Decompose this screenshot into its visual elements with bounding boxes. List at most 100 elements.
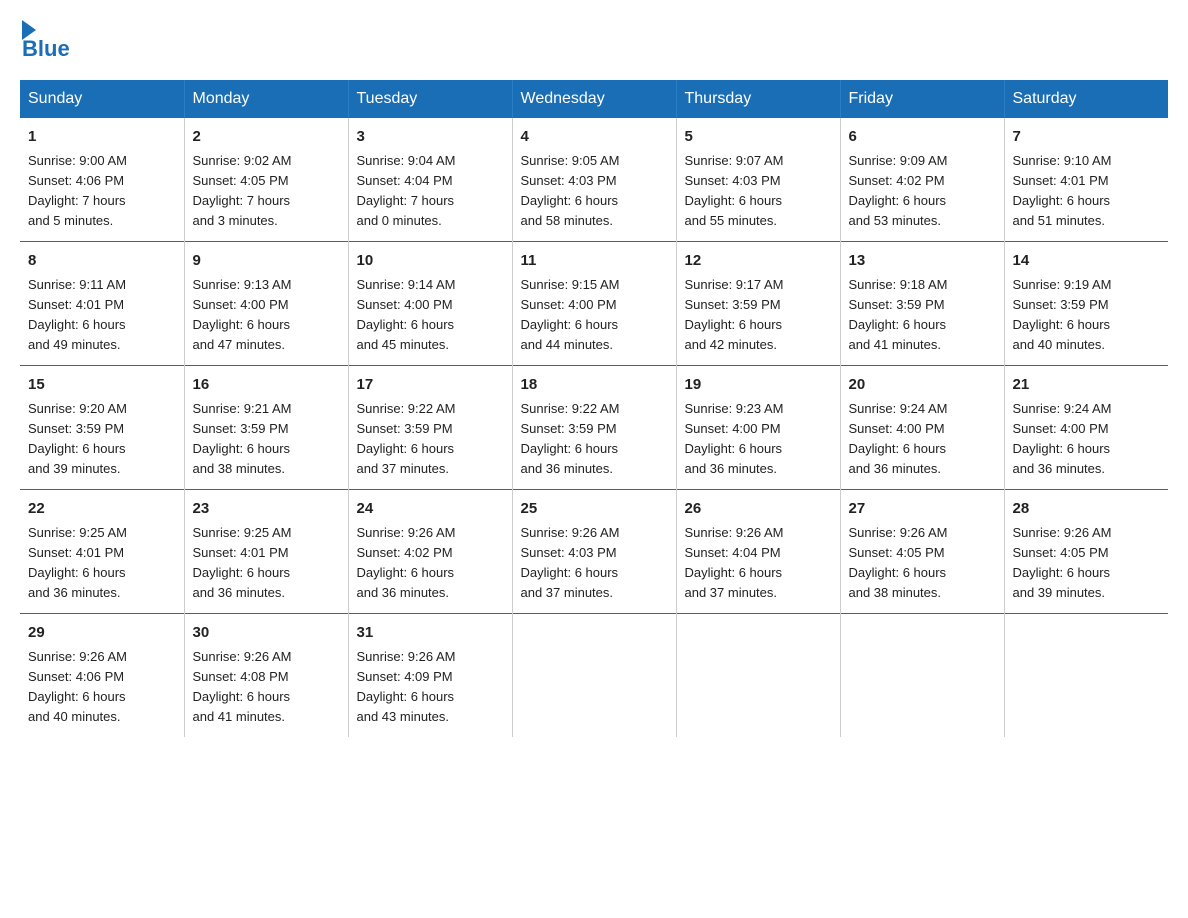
day-info: Sunrise: 9:15 AMSunset: 4:00 PMDaylight:… — [521, 275, 668, 356]
calendar-cell: 12Sunrise: 9:17 AMSunset: 3:59 PMDayligh… — [676, 242, 840, 366]
day-info: Sunrise: 9:18 AMSunset: 3:59 PMDaylight:… — [849, 275, 996, 356]
day-info: Sunrise: 9:13 AMSunset: 4:00 PMDaylight:… — [193, 275, 340, 356]
calendar-week-row: 1Sunrise: 9:00 AMSunset: 4:06 PMDaylight… — [20, 118, 1168, 242]
day-number: 12 — [685, 250, 832, 273]
calendar-week-row: 8Sunrise: 9:11 AMSunset: 4:01 PMDaylight… — [20, 242, 1168, 366]
calendar-cell: 26Sunrise: 9:26 AMSunset: 4:04 PMDayligh… — [676, 490, 840, 614]
logo: Blue — [20, 20, 70, 62]
day-number: 10 — [357, 250, 504, 273]
day-info: Sunrise: 9:26 AMSunset: 4:08 PMDaylight:… — [193, 647, 340, 728]
day-number: 2 — [193, 126, 340, 149]
day-number: 9 — [193, 250, 340, 273]
day-info: Sunrise: 9:17 AMSunset: 3:59 PMDaylight:… — [685, 275, 832, 356]
day-info: Sunrise: 9:23 AMSunset: 4:00 PMDaylight:… — [685, 399, 832, 480]
day-info: Sunrise: 9:24 AMSunset: 4:00 PMDaylight:… — [1013, 399, 1161, 480]
calendar-cell: 27Sunrise: 9:26 AMSunset: 4:05 PMDayligh… — [840, 490, 1004, 614]
day-number: 17 — [357, 374, 504, 397]
day-number: 13 — [849, 250, 996, 273]
calendar-cell: 31Sunrise: 9:26 AMSunset: 4:09 PMDayligh… — [348, 614, 512, 738]
day-number: 23 — [193, 498, 340, 521]
col-header-friday: Friday — [840, 80, 1004, 118]
day-number: 4 — [521, 126, 668, 149]
col-header-wednesday: Wednesday — [512, 80, 676, 118]
calendar-cell: 8Sunrise: 9:11 AMSunset: 4:01 PMDaylight… — [20, 242, 184, 366]
calendar-cell: 5Sunrise: 9:07 AMSunset: 4:03 PMDaylight… — [676, 118, 840, 242]
calendar-cell: 25Sunrise: 9:26 AMSunset: 4:03 PMDayligh… — [512, 490, 676, 614]
day-number: 26 — [685, 498, 832, 521]
calendar-table: SundayMondayTuesdayWednesdayThursdayFrid… — [20, 80, 1168, 737]
day-number: 7 — [1013, 126, 1161, 149]
day-info: Sunrise: 9:05 AMSunset: 4:03 PMDaylight:… — [521, 151, 668, 232]
calendar-cell: 3Sunrise: 9:04 AMSunset: 4:04 PMDaylight… — [348, 118, 512, 242]
calendar-cell: 22Sunrise: 9:25 AMSunset: 4:01 PMDayligh… — [20, 490, 184, 614]
day-info: Sunrise: 9:26 AMSunset: 4:04 PMDaylight:… — [685, 523, 832, 604]
day-info: Sunrise: 9:24 AMSunset: 4:00 PMDaylight:… — [849, 399, 996, 480]
day-number: 28 — [1013, 498, 1161, 521]
day-info: Sunrise: 9:26 AMSunset: 4:03 PMDaylight:… — [521, 523, 668, 604]
day-number: 30 — [193, 622, 340, 645]
calendar-cell — [840, 614, 1004, 738]
col-header-sunday: Sunday — [20, 80, 184, 118]
day-info: Sunrise: 9:22 AMSunset: 3:59 PMDaylight:… — [357, 399, 504, 480]
calendar-cell — [512, 614, 676, 738]
calendar-cell: 30Sunrise: 9:26 AMSunset: 4:08 PMDayligh… — [184, 614, 348, 738]
day-info: Sunrise: 9:11 AMSunset: 4:01 PMDaylight:… — [28, 275, 176, 356]
calendar-cell: 18Sunrise: 9:22 AMSunset: 3:59 PMDayligh… — [512, 366, 676, 490]
calendar-cell: 28Sunrise: 9:26 AMSunset: 4:05 PMDayligh… — [1004, 490, 1168, 614]
calendar-week-row: 29Sunrise: 9:26 AMSunset: 4:06 PMDayligh… — [20, 614, 1168, 738]
calendar-cell: 7Sunrise: 9:10 AMSunset: 4:01 PMDaylight… — [1004, 118, 1168, 242]
calendar-cell: 19Sunrise: 9:23 AMSunset: 4:00 PMDayligh… — [676, 366, 840, 490]
day-number: 15 — [28, 374, 176, 397]
day-info: Sunrise: 9:10 AMSunset: 4:01 PMDaylight:… — [1013, 151, 1161, 232]
calendar-header-row: SundayMondayTuesdayWednesdayThursdayFrid… — [20, 80, 1168, 118]
day-info: Sunrise: 9:07 AMSunset: 4:03 PMDaylight:… — [685, 151, 832, 232]
day-info: Sunrise: 9:04 AMSunset: 4:04 PMDaylight:… — [357, 151, 504, 232]
col-header-thursday: Thursday — [676, 80, 840, 118]
calendar-cell: 9Sunrise: 9:13 AMSunset: 4:00 PMDaylight… — [184, 242, 348, 366]
calendar-cell — [676, 614, 840, 738]
calendar-cell: 24Sunrise: 9:26 AMSunset: 4:02 PMDayligh… — [348, 490, 512, 614]
day-info: Sunrise: 9:26 AMSunset: 4:05 PMDaylight:… — [849, 523, 996, 604]
day-number: 16 — [193, 374, 340, 397]
day-info: Sunrise: 9:02 AMSunset: 4:05 PMDaylight:… — [193, 151, 340, 232]
day-number: 29 — [28, 622, 176, 645]
calendar-week-row: 15Sunrise: 9:20 AMSunset: 3:59 PMDayligh… — [20, 366, 1168, 490]
day-info: Sunrise: 9:22 AMSunset: 3:59 PMDaylight:… — [521, 399, 668, 480]
day-info: Sunrise: 9:21 AMSunset: 3:59 PMDaylight:… — [193, 399, 340, 480]
calendar-cell: 17Sunrise: 9:22 AMSunset: 3:59 PMDayligh… — [348, 366, 512, 490]
day-number: 20 — [849, 374, 996, 397]
day-info: Sunrise: 9:25 AMSunset: 4:01 PMDaylight:… — [28, 523, 176, 604]
page-header: Blue — [20, 20, 1168, 62]
day-info: Sunrise: 9:14 AMSunset: 4:00 PMDaylight:… — [357, 275, 504, 356]
day-info: Sunrise: 9:26 AMSunset: 4:09 PMDaylight:… — [357, 647, 504, 728]
col-header-monday: Monday — [184, 80, 348, 118]
calendar-cell: 14Sunrise: 9:19 AMSunset: 3:59 PMDayligh… — [1004, 242, 1168, 366]
day-info: Sunrise: 9:09 AMSunset: 4:02 PMDaylight:… — [849, 151, 996, 232]
day-info: Sunrise: 9:20 AMSunset: 3:59 PMDaylight:… — [28, 399, 176, 480]
calendar-cell — [1004, 614, 1168, 738]
day-number: 31 — [357, 622, 504, 645]
day-info: Sunrise: 9:26 AMSunset: 4:05 PMDaylight:… — [1013, 523, 1161, 604]
calendar-cell: 16Sunrise: 9:21 AMSunset: 3:59 PMDayligh… — [184, 366, 348, 490]
day-info: Sunrise: 9:00 AMSunset: 4:06 PMDaylight:… — [28, 151, 176, 232]
day-number: 1 — [28, 126, 176, 149]
col-header-tuesday: Tuesday — [348, 80, 512, 118]
day-number: 21 — [1013, 374, 1161, 397]
calendar-cell: 13Sunrise: 9:18 AMSunset: 3:59 PMDayligh… — [840, 242, 1004, 366]
calendar-cell: 11Sunrise: 9:15 AMSunset: 4:00 PMDayligh… — [512, 242, 676, 366]
col-header-saturday: Saturday — [1004, 80, 1168, 118]
day-number: 8 — [28, 250, 176, 273]
day-number: 11 — [521, 250, 668, 273]
day-number: 5 — [685, 126, 832, 149]
calendar-cell: 20Sunrise: 9:24 AMSunset: 4:00 PMDayligh… — [840, 366, 1004, 490]
calendar-cell: 15Sunrise: 9:20 AMSunset: 3:59 PMDayligh… — [20, 366, 184, 490]
day-number: 14 — [1013, 250, 1161, 273]
calendar-week-row: 22Sunrise: 9:25 AMSunset: 4:01 PMDayligh… — [20, 490, 1168, 614]
day-number: 6 — [849, 126, 996, 149]
calendar-cell: 2Sunrise: 9:02 AMSunset: 4:05 PMDaylight… — [184, 118, 348, 242]
calendar-cell: 21Sunrise: 9:24 AMSunset: 4:00 PMDayligh… — [1004, 366, 1168, 490]
day-number: 25 — [521, 498, 668, 521]
calendar-cell: 6Sunrise: 9:09 AMSunset: 4:02 PMDaylight… — [840, 118, 1004, 242]
calendar-cell: 4Sunrise: 9:05 AMSunset: 4:03 PMDaylight… — [512, 118, 676, 242]
day-info: Sunrise: 9:19 AMSunset: 3:59 PMDaylight:… — [1013, 275, 1161, 356]
